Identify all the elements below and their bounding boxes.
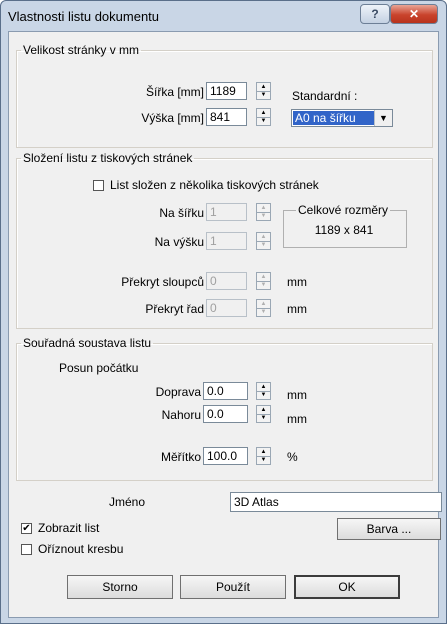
down-input[interactable]: 1	[206, 232, 247, 250]
page-size-legend: Velikost stránky v mm	[23, 43, 140, 57]
across-input[interactable]: 1	[206, 203, 247, 221]
spin-down-icon[interactable]: ▼	[257, 456, 270, 464]
right-spinner[interactable]: ▲ ▼	[256, 382, 271, 400]
spin-down-icon[interactable]: ▼	[257, 308, 270, 316]
dropdown-arrow-icon[interactable]: ▼	[374, 110, 392, 126]
col-overlap-input[interactable]: 0	[206, 272, 247, 290]
total-size-legend: Celkové rozměry	[296, 203, 391, 217]
total-size-value: 1189 x 841	[314, 223, 374, 237]
up-label: Nahoru	[161, 408, 201, 422]
up-spinner[interactable]: ▲ ▼	[256, 405, 271, 423]
up-input[interactable]: 0.0	[203, 405, 248, 423]
down-spinner[interactable]: ▲ ▼	[256, 232, 271, 250]
close-button[interactable]: ✕	[390, 4, 438, 24]
right-input[interactable]: 0.0	[203, 382, 248, 400]
coords-legend: Souřadná soustava listu	[23, 336, 152, 350]
color-button[interactable]: Barva ...	[337, 518, 441, 540]
apply-button[interactable]: Použít	[180, 575, 286, 599]
help-button[interactable]: ?	[360, 4, 390, 24]
right-label: Doprava	[155, 385, 201, 399]
dialog-window: Vlastnosti listu dokumentu ? ✕ Velikost …	[0, 0, 447, 624]
right-unit: mm	[287, 388, 307, 402]
width-spinner[interactable]: ▲ ▼	[256, 82, 271, 100]
spin-down-icon[interactable]: ▼	[257, 91, 270, 99]
col-overlap-unit: mm	[287, 275, 307, 289]
spin-down-icon[interactable]: ▼	[257, 212, 270, 220]
standard-label: Standardní :	[292, 89, 358, 103]
dialog-body: Velikost stránky v mm Šířka [mm] 1189 ▲ …	[8, 31, 442, 618]
ok-button[interactable]: OK	[294, 575, 400, 599]
composition-legend: Složení listu z tiskových stránek	[23, 151, 193, 165]
window-title: Vlastnosti listu dokumentu	[8, 9, 160, 24]
row-overlap-spinner[interactable]: ▲ ▼	[256, 299, 271, 317]
across-label: Na šířku	[159, 206, 204, 220]
origin-label: Posun počátku	[59, 361, 139, 375]
spin-down-icon[interactable]: ▼	[257, 281, 270, 289]
row-overlap-label: Překryt řad	[145, 302, 204, 316]
row-overlap-input[interactable]: 0	[206, 299, 247, 317]
spin-down-icon[interactable]: ▼	[257, 391, 270, 399]
height-label: Výška [mm]	[141, 111, 204, 125]
spin-down-icon[interactable]: ▼	[257, 414, 270, 422]
multi-page-checkbox[interactable]	[93, 180, 104, 191]
height-spinner[interactable]: ▲ ▼	[256, 108, 271, 126]
multi-page-label: List složen z několika tiskových stránek	[110, 178, 319, 192]
height-input[interactable]: 841	[206, 108, 247, 126]
col-overlap-spinner[interactable]: ▲ ▼	[256, 272, 271, 290]
title-bar[interactable]: Vlastnosti listu dokumentu ? ✕	[1, 1, 446, 31]
clip-drawing-label: Oříznout kresbu	[38, 542, 124, 556]
show-sheet-checkbox[interactable]: ✔	[21, 523, 32, 534]
width-input[interactable]: 1189	[206, 82, 247, 100]
spin-down-icon[interactable]: ▼	[257, 241, 270, 249]
row-overlap-unit: mm	[287, 302, 307, 316]
col-overlap-label: Překryt sloupců	[121, 275, 204, 289]
across-spinner[interactable]: ▲ ▼	[256, 203, 271, 221]
width-label: Šířka [mm]	[145, 85, 204, 99]
scale-spinner[interactable]: ▲ ▼	[256, 447, 271, 465]
name-label: Jméno	[109, 495, 146, 509]
spin-down-icon[interactable]: ▼	[257, 117, 270, 125]
standard-selected-value: A0 na šířku	[293, 111, 374, 125]
name-input[interactable]: 3D Atlas	[230, 492, 442, 512]
scale-input[interactable]: 100.0	[203, 447, 248, 465]
show-sheet-label: Zobrazit list	[38, 521, 100, 535]
scale-unit: %	[287, 450, 298, 464]
up-unit: mm	[287, 412, 307, 426]
down-label: Na výšku	[154, 235, 204, 249]
standard-select[interactable]: A0 na šířku ▼	[291, 109, 393, 127]
cancel-button[interactable]: Storno	[67, 575, 173, 599]
clip-drawing-checkbox[interactable]	[21, 544, 32, 555]
scale-label: Měřítko	[160, 450, 201, 464]
